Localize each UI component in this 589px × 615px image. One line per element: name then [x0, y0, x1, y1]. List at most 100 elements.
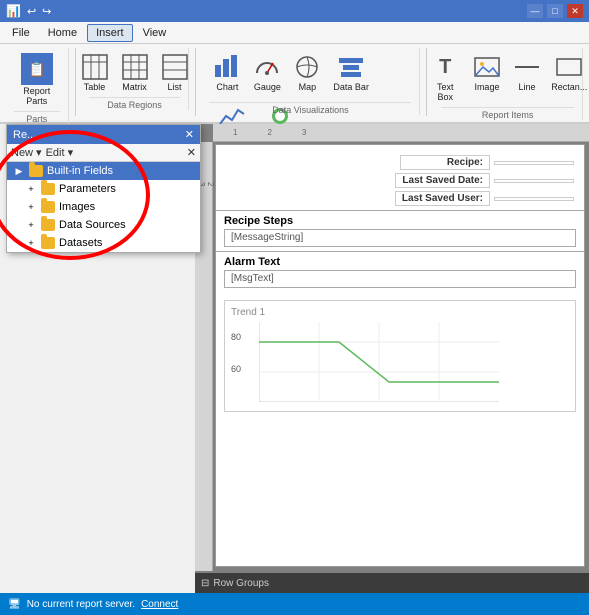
textbox-label: Text Box [430, 82, 461, 102]
undo-icon[interactable]: ↩ [27, 5, 36, 18]
table-icon [81, 53, 109, 81]
report-header-fields: Recipe: Last Saved Date: Last Saved User… [216, 145, 584, 210]
status-text: No current report server. [27, 599, 135, 610]
line-label: Line [518, 82, 535, 92]
last-saved-user-field-row: Last Saved User: [395, 191, 574, 206]
row-groups-icon: ⊟ [201, 578, 209, 589]
ribbon-gauge-button[interactable]: Gauge [249, 50, 285, 95]
gauge-icon [253, 53, 281, 81]
ribbon-textbox-button[interactable]: T Text Box [426, 50, 465, 105]
connect-link[interactable]: Connect [141, 599, 178, 610]
trend-y-label-60: 60 [231, 364, 241, 374]
ribbon-databar-button[interactable]: Data Bar [329, 50, 373, 95]
menu-home[interactable]: Home [40, 25, 85, 41]
trend-chart-svg [259, 322, 499, 402]
chart-icon [213, 53, 241, 81]
ruler-v-tick-2: 2 [206, 182, 215, 186]
trend-y-label-80: 80 [231, 332, 241, 342]
tree-item-images-label: Images [59, 201, 95, 213]
ruler-tick-1: 1 [233, 128, 237, 137]
tree-item-parameters-label: Parameters [59, 183, 116, 195]
maximize-button[interactable]: □ [547, 4, 563, 18]
minimize-button[interactable]: — [527, 4, 543, 18]
last-saved-date-label: Last Saved Date: [395, 173, 490, 188]
ribbon-table-button[interactable]: Table [77, 50, 113, 95]
recipe-label: Recipe: [400, 155, 490, 170]
list-label: List [167, 82, 181, 92]
window-controls: — □ ✕ [527, 4, 583, 18]
ribbon-group-data-regions: Table Matrix [81, 48, 188, 110]
ruler-tick-2: 2 [267, 128, 271, 137]
tree-item-data-sources[interactable]: + Data Sources [7, 216, 200, 234]
ribbon-group-report-items: T Text Box Image [433, 48, 583, 120]
ribbon-chart-button[interactable]: Chart [209, 50, 245, 95]
rectangle-label: Rectan... [551, 82, 587, 92]
matrix-icon [121, 53, 149, 81]
ribbon-rectangle-button[interactable]: Rectan... [549, 50, 589, 95]
ribbon-group-parts: 📋 Report Parts Parts [6, 48, 69, 124]
close-button[interactable]: ✕ [567, 4, 583, 18]
ribbon-group-data-regions-label: Data Regions [89, 97, 179, 110]
ribbon-list-button[interactable]: List [157, 50, 193, 95]
tree-item-images[interactable]: + Images [7, 198, 200, 216]
report-parts-icon: 📋 [21, 53, 53, 85]
textbox-icon: T [431, 53, 459, 81]
ribbon-separator-1 [75, 48, 76, 116]
ribbon-matrix-button[interactable]: Matrix [117, 50, 153, 95]
side-panel-new-button[interactable]: New ▾ [11, 146, 42, 159]
ribbon: 📋 Report Parts Parts [0, 44, 589, 124]
ribbon-report-parts-button[interactable]: 📋 Report Parts [14, 50, 60, 109]
side-panel-title: Re... ✕ [7, 125, 200, 144]
side-panel-close-button[interactable]: ✕ [185, 128, 194, 141]
tree-item-built-in-fields[interactable]: ▶ Built-in Fields [7, 162, 200, 180]
ribbon-group-report-items-label: Report Items [441, 107, 574, 120]
row-groups-bar: ⊟ Row Groups [195, 573, 589, 593]
expander-icon: + [25, 202, 37, 212]
last-saved-date-field-row: Last Saved Date: [395, 173, 574, 188]
side-panel-toolbar: New ▾ Edit ▾ ✕ [7, 144, 200, 162]
side-panel-delete-button[interactable]: ✕ [187, 146, 196, 159]
ribbon-map-button[interactable]: Map [289, 50, 325, 95]
tree-item-datasets-label: Datasets [59, 237, 102, 249]
side-panel-edit-button[interactable]: Edit ▾ [46, 146, 74, 159]
tree-item-datasets[interactable]: + Datasets [7, 234, 200, 252]
databar-label: Data Bar [333, 82, 369, 92]
trend-area: Trend 1 80 60 [224, 300, 576, 412]
ribbon-line-button[interactable]: Line [509, 50, 545, 95]
trend-title: Trend 1 [231, 307, 569, 318]
expander-icon: + [25, 184, 37, 194]
menu-view[interactable]: View [135, 25, 175, 41]
recipe-steps-section: Recipe Steps [MessageString] [216, 210, 584, 251]
image-icon [473, 53, 501, 81]
last-saved-date-value [494, 179, 574, 183]
recipe-steps-field: [MessageString] [224, 229, 576, 247]
databar-icon [337, 53, 365, 81]
folder-parameters-icon [41, 183, 55, 195]
status-bar: 🖥 No current report server. Connect [0, 593, 589, 615]
ribbon-image-button[interactable]: Image [469, 50, 505, 95]
redo-icon[interactable]: ↪ [42, 5, 51, 18]
menu-file[interactable]: File [4, 25, 38, 41]
row-groups-label: Row Groups [213, 578, 269, 589]
map-icon [293, 53, 321, 81]
expander-icon: + [25, 220, 37, 230]
ribbon-group-data-viz-label: Data Visualizations [209, 102, 411, 115]
folder-datasets-icon [41, 237, 55, 249]
list-icon [161, 53, 189, 81]
matrix-label: Matrix [122, 82, 147, 92]
ribbon-separator-2 [195, 48, 196, 116]
ribbon-group-parts-label: Parts [14, 111, 60, 124]
ribbon-group-data-viz: Chart Gauge [201, 48, 420, 115]
folder-images-icon [41, 201, 55, 213]
chart-label: Chart [216, 82, 238, 92]
content-area: 1 2 3 1 2 3 Recipe: Last Saved Date: Las… [195, 124, 589, 593]
tree-item-parameters[interactable]: + Parameters [7, 180, 200, 198]
alarm-text-field: [MsgText] [224, 270, 576, 288]
alarm-text-section: Alarm Text [MsgText] [216, 251, 584, 292]
menu-bar: File Home Insert View [0, 22, 589, 44]
menu-insert[interactable]: Insert [87, 24, 133, 42]
status-server-icon: 🖥 [8, 599, 21, 610]
map-label: Map [299, 82, 317, 92]
alarm-text-title: Alarm Text [224, 256, 576, 268]
report-canvas: Recipe: Last Saved Date: Last Saved User… [215, 144, 585, 567]
